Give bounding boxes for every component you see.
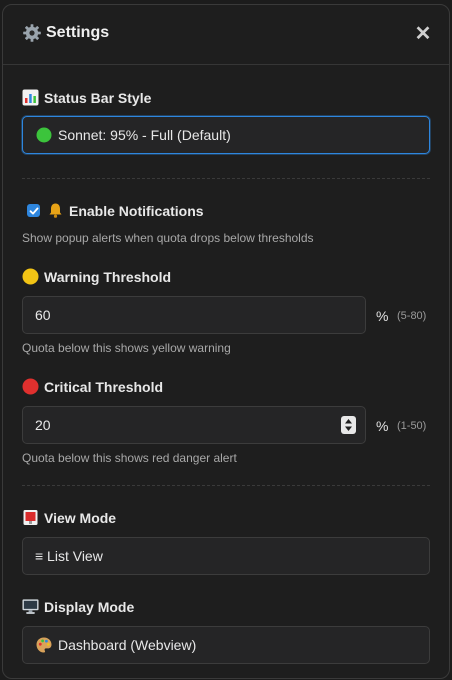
notifications-label[interactable]: Enable Notifications (47, 202, 204, 219)
yellow-circle-icon (22, 268, 39, 285)
critical-threshold-input[interactable]: 20 (22, 406, 366, 444)
green-circle-icon (35, 126, 53, 144)
close-icon: ✕ (414, 22, 432, 45)
status-bar-style-label: Status Bar Style (22, 89, 151, 106)
warning-threshold-input[interactable]: 60 (22, 296, 366, 334)
notifications-help-text: Show popup alerts when quota drops below… (22, 231, 314, 245)
warning-help-text: Quota below this shows yellow warning (22, 341, 231, 355)
critical-threshold-value: 20 (35, 417, 51, 433)
critical-unit: % (376, 418, 389, 434)
warning-threshold-value: 60 (35, 307, 51, 323)
display-mode-select[interactable]: Dashboard (Webview) (22, 626, 430, 664)
red-circle-icon (22, 378, 39, 395)
critical-range: (1-50) (397, 420, 427, 432)
notifications-checkbox[interactable] (27, 204, 40, 217)
status-bar-style-select[interactable]: Sonnet: 95% - Full (Default) (22, 116, 430, 154)
warning-unit: % (376, 308, 389, 324)
gear-icon (22, 23, 42, 43)
divider (22, 178, 430, 179)
divider (22, 485, 430, 486)
palette-icon (35, 636, 53, 654)
mailbox-icon (22, 509, 39, 526)
critical-help-text: Quota below this shows red danger alert (22, 451, 237, 465)
settings-header: Settings ✕ (3, 5, 449, 65)
view-mode-select[interactable]: ≡ List View (22, 537, 430, 575)
bell-icon (47, 202, 64, 219)
warning-range: (5-80) (397, 310, 427, 322)
close-button[interactable]: ✕ (411, 21, 435, 45)
view-mode-value: ≡ List View (35, 548, 103, 564)
status-bar-style-value: Sonnet: 95% - Full (Default) (58, 127, 231, 143)
stepper-arrows-icon (345, 419, 352, 431)
checkmark-icon (29, 207, 38, 214)
page-title: Settings (22, 23, 109, 43)
critical-threshold-stepper[interactable] (341, 416, 356, 434)
bar-chart-icon (22, 89, 39, 106)
display-mode-value: Dashboard (Webview) (58, 637, 197, 653)
monitor-icon (22, 598, 39, 615)
warning-threshold-label: Warning Threshold (22, 268, 171, 285)
settings-title-text: Settings (46, 24, 110, 41)
critical-threshold-label: Critical Threshold (22, 378, 163, 395)
view-mode-label: View Mode (22, 509, 116, 526)
display-mode-label: Display Mode (22, 598, 134, 615)
settings-panel: Settings ✕ Status Bar Style Sonnet: 95% (2, 4, 450, 679)
